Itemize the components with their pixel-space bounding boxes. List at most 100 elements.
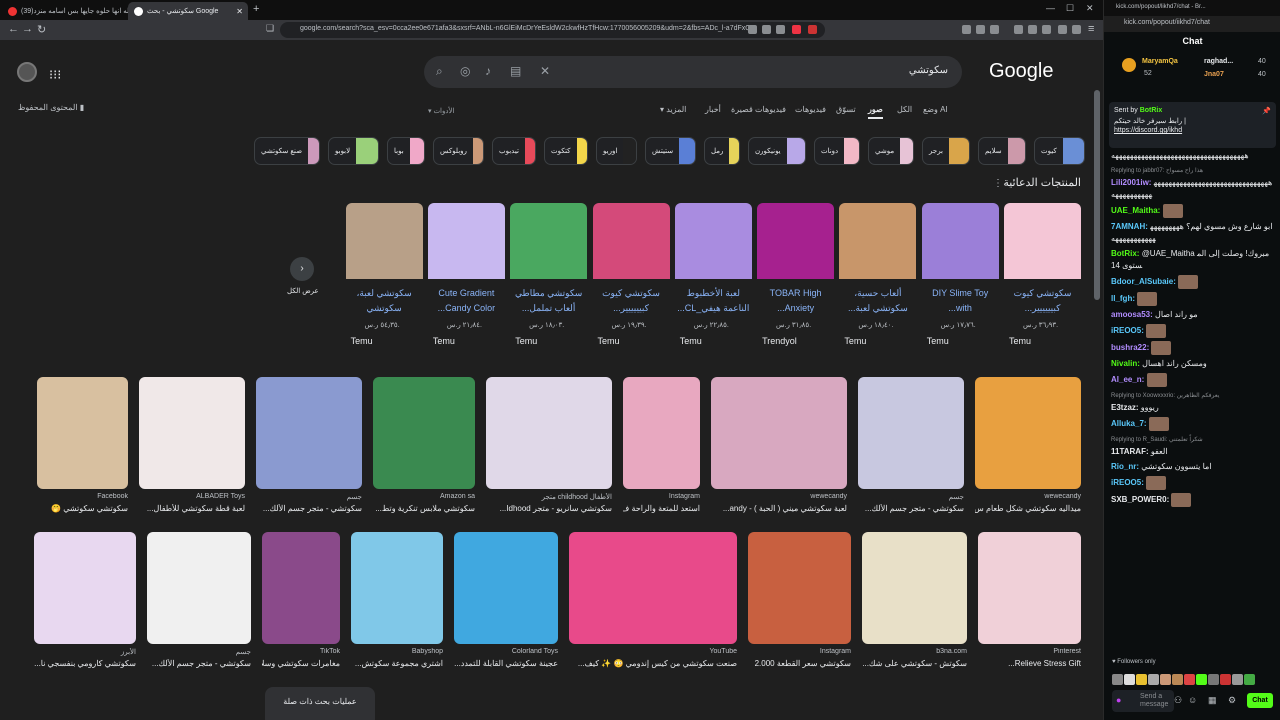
chat-username[interactable]: 11TARAF:	[1111, 447, 1149, 456]
extension-icon[interactable]	[962, 25, 971, 34]
lens-icon[interactable]: ◎	[460, 64, 470, 78]
result-source[interactable]: جسم	[147, 648, 251, 656]
product-image[interactable]	[345, 203, 423, 279]
chip[interactable]: لابوبو	[328, 137, 379, 165]
result-image[interactable]	[373, 377, 475, 489]
chat-message[interactable]: Replying to R_Saudi: شكراً تعلمتني 11TARA…	[1111, 434, 1274, 458]
chat-username[interactable]: 7AMNAH:	[1111, 222, 1148, 231]
chat-username[interactable]: Bdoor_AlSubaie:	[1111, 277, 1176, 286]
view-all-link[interactable]: عرض الكل	[287, 287, 319, 295]
extension-icon[interactable]	[990, 25, 999, 34]
emote-icon[interactable]	[1160, 674, 1171, 685]
image-result[interactable]: Instagram استعد للمتعة والراحة ف...	[623, 377, 700, 519]
image-result[interactable]: wewecandy ميداليه سكوتشي شكل طعام س...	[975, 377, 1081, 519]
chip[interactable]: روبلوكس	[433, 137, 484, 165]
reply-context[interactable]: Replying to jabbr07: هذا راح مسواح	[1111, 165, 1274, 177]
chat-username[interactable]: Rio_nr:	[1111, 462, 1139, 471]
chat-username[interactable]: amoosa53:	[1111, 310, 1153, 319]
extension-icon[interactable]	[808, 25, 817, 34]
result-caption[interactable]: سكوتشي سانريو - متجر Idhood...	[486, 504, 612, 513]
chip[interactable]: كتكوت	[544, 137, 588, 165]
emote-icon[interactable]	[1124, 674, 1135, 685]
chat-username[interactable]: ll_fgh:	[1111, 294, 1135, 303]
chip[interactable]: برجر	[922, 137, 970, 165]
chat-message[interactable]: ههههههههههههههههههههههههههههههههههههه	[1111, 150, 1274, 162]
chat-message[interactable]: SXB_POWER0:	[1111, 493, 1274, 507]
chip[interactable]: صنع سكوتشي	[254, 137, 320, 165]
extension-icon[interactable]	[1042, 25, 1051, 34]
result-caption[interactable]: سكوتشي - متجر جسم الألك...	[858, 504, 964, 513]
chat-username[interactable]: Alluka_7:	[1111, 419, 1147, 428]
chat-message[interactable]: Bdoor_AlSubaie:	[1111, 275, 1274, 289]
tab-ai-mode[interactable]: وضع AI	[923, 105, 948, 114]
image-result[interactable]: Babyshop اشتري مجموعة سكوتش...	[351, 532, 443, 674]
chat-message[interactable]: bushra22:	[1111, 341, 1274, 355]
result-image[interactable]	[623, 377, 700, 489]
emote-icon[interactable]	[1148, 674, 1159, 685]
image-result[interactable]: TikTok مغامرات سكوتشي وسلا...	[262, 532, 340, 674]
chat-username[interactable]: iREOO5:	[1111, 478, 1144, 487]
result-caption[interactable]: سكوتشي ملابس تنكرية وتط...	[373, 504, 475, 513]
result-image[interactable]	[147, 532, 251, 644]
product-title[interactable]: DIY Slime Toy with...	[924, 286, 997, 316]
result-image[interactable]	[37, 377, 128, 489]
saved-content-link[interactable]: المحتوى المحفوظ ▮	[18, 103, 84, 112]
product-title[interactable]: سكوتشي لعبة، سكوتشي للأطفال...	[348, 286, 421, 316]
result-image[interactable]	[256, 377, 362, 489]
maximize-icon[interactable]: ☐	[1066, 3, 1074, 14]
reply-context[interactable]: Replying to R_Saudi: شكراً تعلمتني	[1111, 434, 1274, 446]
result-image[interactable]	[569, 532, 737, 644]
emote-icon[interactable]	[1244, 674, 1255, 685]
minimize-icon[interactable]: —	[1046, 3, 1055, 13]
chip[interactable]: تيدبوب	[492, 137, 536, 165]
settings-gear-icon[interactable]: ⚙	[1228, 695, 1236, 706]
browser-tab-active[interactable]: سكوتشي - بحث Google ✕	[128, 2, 248, 20]
back-icon[interactable]: ←	[8, 23, 19, 35]
image-result[interactable]: الأبرز سكوتشي كارومي بنفسجي نا...	[34, 532, 136, 674]
share-icon[interactable]	[776, 25, 785, 34]
emote-icon[interactable]	[1112, 674, 1123, 685]
product-card[interactable]: ألعاب حسية، سكوتشي لعبة... ١٨٫٤٠ ر.س. Temu	[839, 203, 917, 351]
chip[interactable]: يونيكورن	[748, 137, 806, 165]
result-caption[interactable]: سكوتشي كارومي بنفسجي نا...	[34, 659, 136, 668]
result-caption[interactable]: اشتري مجموعة سكوتش...	[351, 659, 443, 668]
result-caption[interactable]: استعد للمتعة والراحة ف...	[623, 504, 700, 513]
result-caption[interactable]: ميداليه سكوتشي شكل طعام س...	[975, 504, 1081, 513]
chat-message[interactable]: Al_ee_n:	[1111, 373, 1274, 387]
browser-tab[interactable]: (39)يالله انها حلوه جايها بس اسامه منزد	[2, 2, 128, 20]
extension-icon[interactable]	[1072, 25, 1081, 34]
product-title[interactable]: سكوتشي كيوت كبيييييير...	[595, 286, 668, 316]
tab-images[interactable]: صور	[868, 105, 883, 119]
result-source[interactable]: جسم	[858, 493, 964, 501]
chip[interactable]: ستيتش	[645, 137, 696, 165]
result-source[interactable]: جسم	[256, 493, 362, 501]
product-image[interactable]	[1004, 203, 1081, 279]
chat-username[interactable]: BotRix:	[1111, 249, 1139, 258]
extension-icon[interactable]	[1058, 25, 1067, 34]
product-card[interactable]: لعبة الأخطبوط الناعمة هيفي_CL... ٢٢٫٨٥ ر.…	[674, 203, 752, 351]
product-title[interactable]: ألعاب حسية، سكوتشي لعبة...	[841, 286, 914, 316]
result-caption[interactable]: سكوتش - سكوتشي على شك... - Toys	[862, 659, 967, 668]
mic-icon[interactable]: ♪	[485, 64, 491, 78]
chip[interactable]: رمل	[704, 137, 740, 165]
chip[interactable]: اوريو	[596, 137, 637, 165]
more-options-icon[interactable]: ⋮	[993, 178, 1003, 189]
result-caption[interactable]: عجينة سكوتشي القابلة للتمدد...	[454, 659, 558, 668]
chat-username[interactable]: SXB_POWER0:	[1111, 495, 1169, 504]
product-card[interactable]: DIY Slime Toy with... ١٧٫٧٦ ر.س. Temu	[921, 203, 999, 351]
result-source[interactable]: YouTube	[569, 648, 737, 655]
result-image[interactable]	[748, 532, 851, 644]
chat-message[interactable]: BotRix: @UAE_Maitha مبروك! وصلت إلى المس…	[1111, 248, 1274, 272]
extension-icon[interactable]	[762, 25, 771, 34]
result-image[interactable]	[351, 532, 443, 644]
image-result[interactable]: Facebook سكوتشي سكوتشي 🤭	[37, 377, 128, 519]
google-logo[interactable]: Google	[989, 60, 1054, 83]
result-source[interactable]: b3na.com	[862, 648, 967, 655]
result-source[interactable]: wewecandy	[711, 493, 847, 500]
emote-icon[interactable]	[1172, 674, 1183, 685]
product-image[interactable]	[592, 203, 670, 279]
close-tab-icon[interactable]: ✕	[236, 7, 243, 16]
new-tab-icon[interactable]: +	[253, 3, 259, 15]
result-caption[interactable]: صنعت سكوتشي من كيس إندومي 😳 ✨ كيف...	[569, 659, 737, 668]
reload-icon[interactable]: ↻	[37, 23, 46, 36]
